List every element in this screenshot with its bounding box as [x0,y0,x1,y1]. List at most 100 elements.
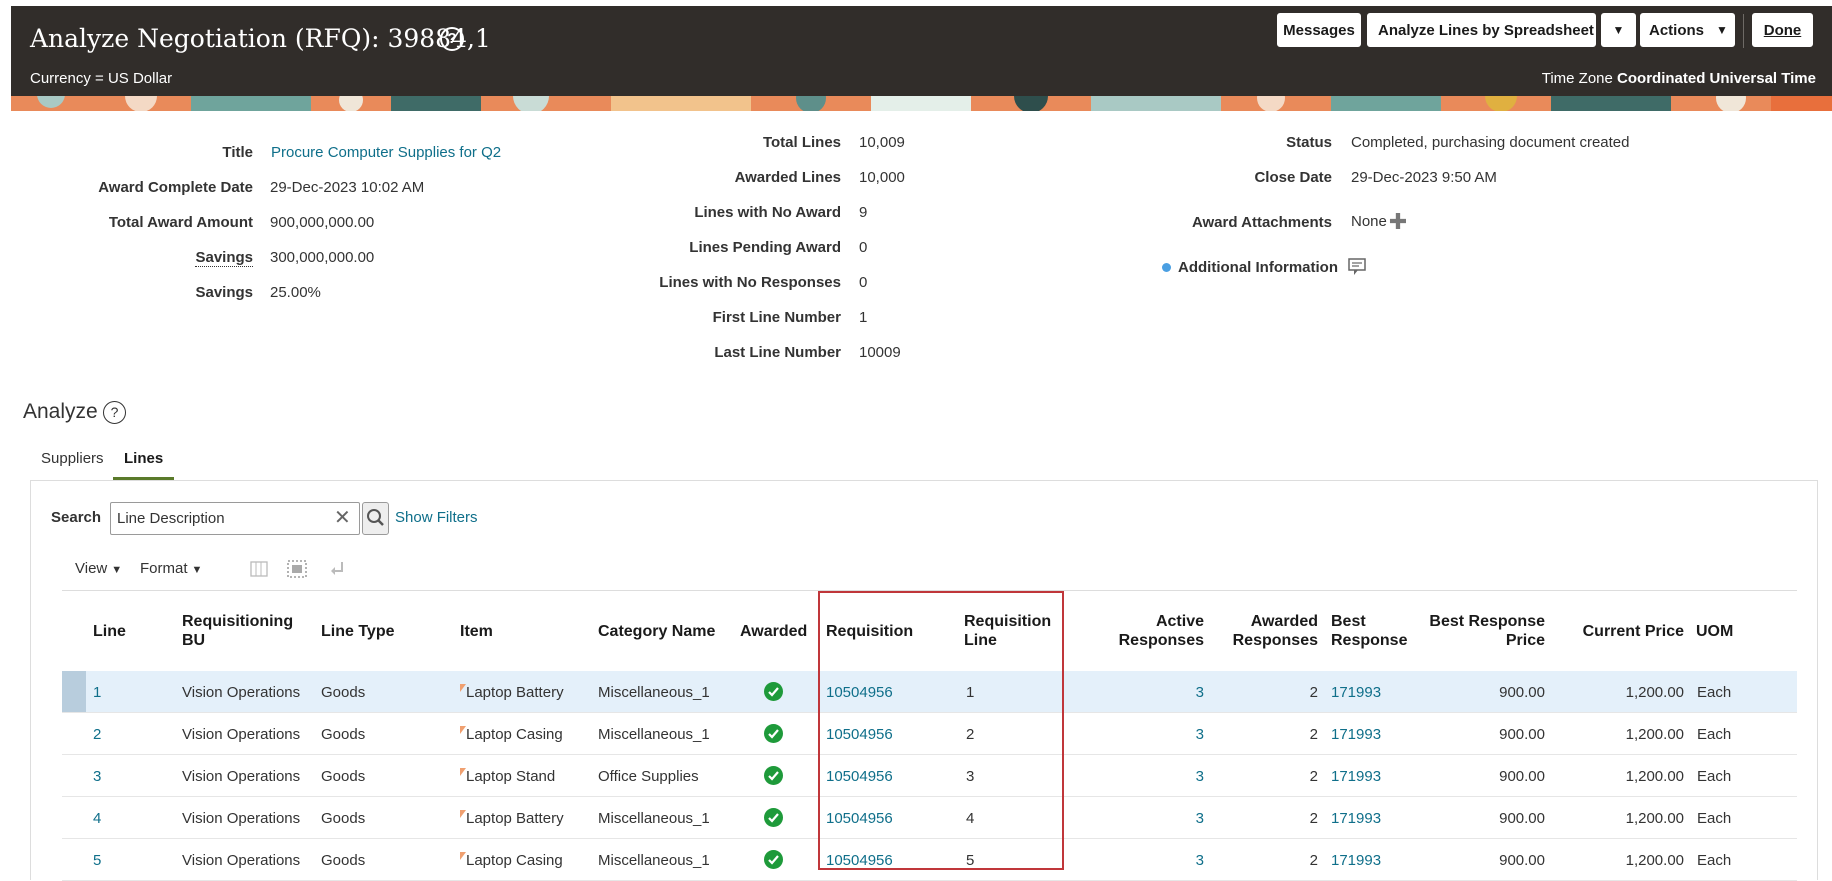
table-row[interactable]: 4 Vision Operations Goods Laptop Battery… [62,797,1797,839]
awarded-check-icon [764,682,783,701]
header-divider [1743,14,1744,48]
analyze-lines-spreadsheet-button[interactable]: Analyze Lines by Spreadsheet [1367,13,1596,47]
search-input[interactable] [110,502,360,535]
done-button[interactable]: Done [1752,13,1813,47]
requisitioning-bu-cell: Vision Operations [182,810,301,827]
awarded-responses-cell: 2 [1309,810,1318,827]
lines-pending-award-label: Lines Pending Award [689,239,841,256]
timezone-value: Coordinated Universal Time [1617,70,1816,87]
column-header-best-response[interactable]: Best Response [1331,612,1407,650]
help-icon[interactable]: ? [103,401,126,424]
edit-information-icon[interactable] [1348,258,1368,276]
best-response-link[interactable]: 171993 [1331,852,1381,869]
requisitioning-bu-cell: Vision Operations [182,852,301,869]
analyze-lines-dropdown-button[interactable]: ▼ [1601,13,1636,47]
wrap-icon[interactable] [326,558,348,580]
requisition-link[interactable]: 10504956 [826,810,893,827]
award-complete-date-value: 29-Dec-2023 10:02 AM [270,179,425,196]
active-responses-link[interactable]: 3 [1142,810,1204,827]
column-header-current-price[interactable]: Current Price [1560,622,1684,641]
active-responses-link[interactable]: 3 [1142,726,1204,743]
item-text: Laptop Battery [466,810,564,827]
show-filters-link[interactable]: Show Filters [395,509,478,526]
detach-table-icon[interactable] [286,558,308,580]
search-button[interactable] [362,502,389,535]
currency-label: Currency = US Dollar [30,70,173,87]
requisition-link[interactable]: 10504956 [826,852,893,869]
help-icon[interactable]: ? [440,27,464,51]
view-menu[interactable]: View ▼ [75,560,122,577]
column-header-active-responses[interactable]: Active Responses [1100,612,1204,650]
active-responses-link[interactable]: 3 [1142,852,1204,869]
timezone-prefix: Time Zone [1541,70,1613,87]
header-line2: BU [182,632,206,649]
column-header-item[interactable]: Item [460,622,493,641]
column-header-best-response-price[interactable]: Best Response Price [1420,612,1545,650]
requisition-link[interactable]: 10504956 [826,684,893,701]
requisition-link[interactable]: 10504956 [826,726,893,743]
requisition-link[interactable]: 10504956 [826,768,893,785]
column-header-awarded[interactable]: Awarded [740,622,807,641]
current-price-cell: 1,200.00 [1625,852,1684,869]
line-number-link[interactable]: 4 [93,810,101,827]
add-attachment-icon[interactable]: ✚ [1389,211,1407,233]
category-cell: Office Supplies [598,768,699,785]
awarded-lines-label: Awarded Lines [734,169,841,186]
tab-suppliers[interactable]: Suppliers [41,450,104,467]
line-number-link[interactable]: 1 [93,684,101,701]
header-line2: Responses [1232,632,1318,649]
current-price-cell: 1,200.00 [1625,810,1684,827]
bullet-icon [1162,263,1171,272]
table-row[interactable]: 2 Vision Operations Goods Laptop Casing … [62,713,1797,755]
column-header-line-type[interactable]: Line Type [321,622,395,641]
analyze-title: Analyze [23,400,98,423]
header-line1: Awarded [1250,613,1318,630]
line-number-link[interactable]: 5 [93,852,101,869]
format-menu[interactable]: Format ▼ [140,560,202,577]
header-line2: Price [1505,632,1545,649]
active-responses-link[interactable]: 3 [1142,768,1204,785]
column-header-line[interactable]: Line [93,622,126,641]
line-type-cell: Goods [321,684,366,701]
freeze-columns-icon[interactable] [248,558,270,580]
table-row[interactable]: 1 Vision Operations Goods Laptop Battery… [62,671,1797,713]
uom-cell: Each [1697,810,1732,827]
line-number-link[interactable]: 3 [93,768,101,785]
table-row[interactable]: 3 Vision Operations Goods Laptop Stand O… [62,755,1797,797]
item-text: Laptop Stand [466,768,556,785]
column-header-uom[interactable]: UOM [1696,622,1733,641]
lines-no-award-value: 9 [859,204,868,221]
title-link[interactable]: Procure Computer Supplies for Q2 [271,144,501,161]
column-header-category-name[interactable]: Category Name [598,622,715,641]
chevron-down-icon: ▼ [1716,23,1728,37]
last-line-number-label: Last Line Number [714,344,841,361]
additional-information-label[interactable]: Additional Information [1178,259,1338,276]
item-text: Laptop Battery [466,684,564,701]
best-response-link[interactable]: 171993 [1331,726,1381,743]
column-header-requisitioning-bu[interactable]: Requisitioning BU [182,612,293,650]
messages-button[interactable]: Messages [1277,13,1361,47]
chevron-down-icon: ▼ [191,564,203,576]
actions-button[interactable]: Actions ▼ [1640,13,1735,47]
clear-icon[interactable]: ✕ [334,507,351,529]
column-header-requisition-line[interactable]: Requisition Line [964,612,1051,650]
lines-no-responses-value: 0 [859,274,868,291]
total-lines-label: Total Lines [762,134,841,151]
best-response-link[interactable]: 171993 [1331,684,1381,701]
table-row[interactable]: 5 Vision Operations Goods Laptop Casing … [62,839,1797,881]
total-award-amount-value: 900,000,000.00 [270,214,375,231]
active-responses-link[interactable]: 3 [1142,684,1204,701]
tab-lines[interactable]: Lines [124,450,163,467]
header-line1: Active [1155,613,1204,630]
column-header-requisition[interactable]: Requisition [826,622,913,641]
best-response-link[interactable]: 171993 [1331,768,1381,785]
requisitioning-bu-cell: Vision Operations [182,684,301,701]
search-icon [367,509,384,526]
last-line-number-value: 10009 [859,344,901,361]
award-complete-date-label: Award Complete Date [98,179,253,196]
column-header-awarded-responses[interactable]: Awarded Responses [1210,612,1318,650]
savings-percent-label: Savings [195,284,253,301]
line-number-link[interactable]: 2 [93,726,101,743]
item-text: Laptop Casing [466,726,563,743]
best-response-link[interactable]: 171993 [1331,810,1381,827]
